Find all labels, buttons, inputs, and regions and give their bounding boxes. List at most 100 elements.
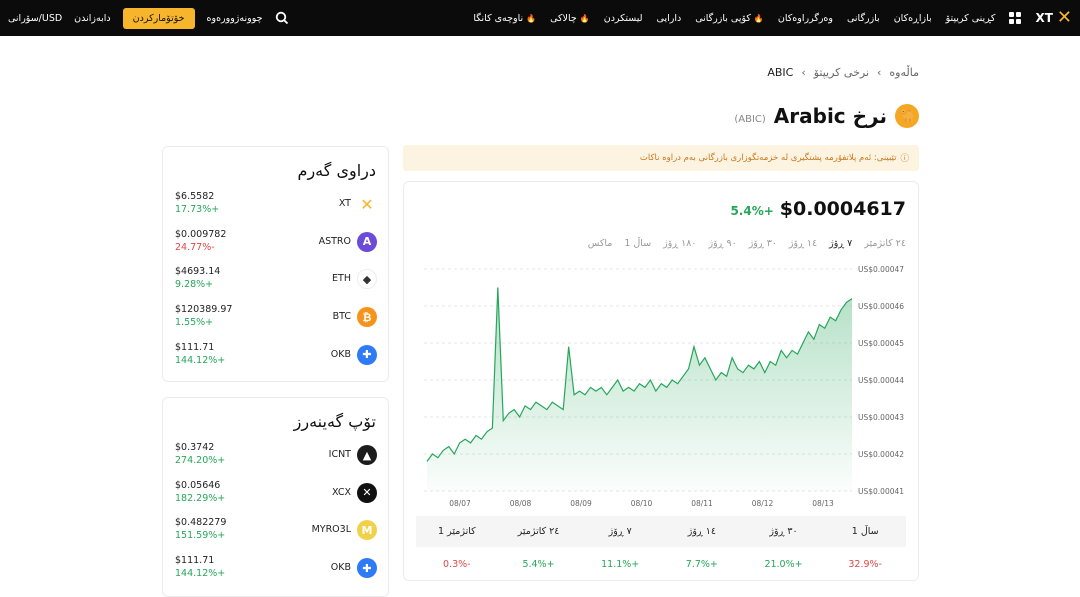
range-tab[interactable]: ٩٠ ڕۆژ: [708, 238, 736, 249]
apps-grid-icon[interactable]: [1009, 12, 1022, 24]
breadcrumb: ماڵەوە ‹ نرخی کریپتۆ ‹ ABIC: [767, 66, 919, 79]
coin-symbol: XT: [338, 198, 351, 209]
okb-icon: ✚: [357, 558, 377, 579]
performance-header-cell: ٢٤ کاتژمێر: [517, 526, 560, 537]
coin-row[interactable]: $4693.14 9.28%+ ETH ◆: [175, 266, 377, 296]
range-tab[interactable]: ٣٠ ڕۆژ: [749, 238, 777, 249]
coin-row[interactable]: $111.71 144.12%+ OKB ✚: [175, 555, 377, 585]
astro-icon: A: [357, 231, 377, 252]
coin-change: 274.20%+: [175, 455, 226, 466]
nav-item[interactable]: وەرگرراوەکان: [778, 13, 833, 24]
coin-price: $111.71: [175, 555, 215, 567]
coin-symbol: XCX: [332, 486, 351, 498]
flame-icon: 🔥: [526, 13, 537, 23]
performance-table: 1 کاتژمێر ٢٤ کاتژمێر ٧ ڕۆژ ١٤ ڕۆژ ٣٠ ڕۆژ 1 سا…: [416, 516, 906, 581]
coin-symbol: ASTRO: [318, 235, 351, 247]
y-tick-label: US$0.00042: [858, 450, 904, 459]
xt-logo[interactable]: XT ✕: [1035, 9, 1072, 27]
performance-header-cell: 1 ساڵ: [851, 526, 879, 537]
range-tab[interactable]: ١٨٠ ڕۆژ: [663, 238, 696, 249]
breadcrumb-section[interactable]: نرخی کریپتۆ: [814, 66, 869, 79]
x-tick-label: 08/08: [510, 499, 532, 508]
performance-header-cell: ٣٠ ڕۆژ: [769, 526, 798, 537]
xt-logo-icon: ✕: [1056, 7, 1072, 28]
nav-right: XT ✕ کڕینی کریپتۆ بازاڕەکان بازرگانی وەرگرر…: [473, 0, 1072, 36]
nav-item-label: وەرگرراوەکان: [777, 12, 833, 24]
performance-value-cell: 5.4%+: [522, 558, 555, 570]
nav-item-label: بازرگانی: [847, 12, 880, 24]
performance-header-cell: ٧ ڕۆژ: [608, 526, 632, 537]
myro-icon: M: [357, 520, 377, 541]
coin-change: 17.73%+: [175, 204, 220, 215]
coin-row[interactable]: $0.009782 24.77%- ASTRO A: [175, 229, 377, 259]
coin-row[interactable]: $0.05646 182.29%+ XCX ✕: [175, 480, 377, 510]
coin-row[interactable]: $0.3742 274.20%+ ICNT ▲: [175, 442, 377, 472]
logo-text: XT: [1035, 11, 1053, 25]
nav-item[interactable]: کۆپی بازرگانی 🔥: [695, 13, 764, 24]
y-tick-label: US$0.00046: [858, 302, 904, 311]
range-tab[interactable]: 1 ساڵ: [624, 238, 651, 249]
coin-row[interactable]: $6.5582 17.73%+ XT ✕: [175, 191, 377, 221]
eth-icon: ◆: [357, 269, 377, 290]
coin-row[interactable]: $0.482279 151.59%+ MYRO3L M: [175, 517, 377, 547]
download-link[interactable]: دابەزاندن: [74, 13, 110, 24]
btc-icon: ₿: [357, 307, 377, 328]
performance-value-cell: 32.9%-: [848, 558, 882, 570]
login-link[interactable]: چوونەژوورەوە: [207, 13, 263, 24]
range-tab[interactable]: ماکس: [588, 238, 613, 249]
okb-icon: ✚: [357, 344, 377, 365]
notice-text: تێبینی: ئەم پلاتفۆرمە پشتگیری لە خزمەتگو…: [639, 153, 897, 163]
nav-item[interactable]: لیستکردن: [604, 13, 643, 24]
breadcrumb-home[interactable]: ماڵەوە: [889, 66, 919, 79]
breadcrumb-current: ABIC: [767, 66, 794, 79]
price-card: $0.0004617 5.4%+ ٢٤ کاتژمێر ٧ ڕۆژ ١٤ ڕۆژ ٣٠…: [403, 181, 919, 581]
x-tick-label: 08/13: [812, 499, 834, 508]
flame-icon: 🔥: [753, 13, 764, 23]
range-tabs: ٢٤ کاتژمێر ٧ ڕۆژ ١٤ ڕۆژ ٣٠ ڕۆژ ٩٠ ڕۆژ ١٨٠ ڕۆژ…: [588, 238, 906, 249]
y-tick-label: US$0.00044: [858, 376, 904, 385]
nav-item[interactable]: بازرگانی: [847, 13, 880, 24]
coin-price: $0.3742: [175, 442, 215, 453]
nav-item[interactable]: چالاکی 🔥: [550, 13, 590, 24]
price-change: 5.4%+: [730, 204, 774, 218]
coin-price: $4693.14: [175, 266, 221, 278]
range-tab[interactable]: ٧ ڕۆژ: [829, 238, 852, 249]
performance-value-cell: 21.0%+: [764, 558, 803, 570]
top-gainers-title: تۆپ گەینەرز: [293, 412, 376, 431]
x-tick-label: 08/09: [570, 499, 592, 508]
coin-change: 9.28%+: [175, 279, 214, 291]
price-row: $0.0004617 5.4%+: [730, 198, 906, 220]
register-button[interactable]: خۆتۆمارکردن: [122, 7, 195, 29]
coin-price: $6.5582: [175, 191, 215, 202]
coin-price: $0.009782: [175, 228, 227, 240]
nav-item-label: بازاڕەکان: [893, 12, 932, 24]
top-gainers-panel: تۆپ گەینەرز $0.3742 274.20%+ ICNT ▲ $0.05646…: [162, 397, 389, 597]
range-tab[interactable]: ٢٤ کاتژمێر: [864, 238, 906, 249]
xt-icon: ✕: [360, 194, 374, 214]
x-tick-label: 08/11: [691, 499, 713, 508]
performance-header-cell: ١٤ ڕۆژ: [687, 526, 716, 537]
language-currency-selector[interactable]: سۆرانی/USD: [8, 13, 62, 24]
nav-item[interactable]: دارایی: [657, 13, 682, 24]
search-icon[interactable]: [275, 11, 289, 25]
nav-item[interactable]: بازاڕەکان: [894, 13, 932, 24]
performance-header-cell: 1 کاتژمێر: [438, 526, 476, 537]
coin-row[interactable]: $111.71 144.12%+ OKB ✚: [175, 342, 377, 372]
range-tab[interactable]: ١٤ ڕۆژ: [789, 238, 817, 249]
coin-symbol: ICNT: [328, 449, 351, 460]
coin-symbol: ETH: [332, 273, 351, 285]
coin-row[interactable]: $120389.97 1.55%+ BTC ₿: [175, 304, 377, 334]
performance-value-cell: 11.1%+: [601, 558, 640, 570]
coin-change: 1.55%+: [175, 317, 214, 329]
x-tick-label: 08/12: [752, 499, 774, 508]
chevron-icon: ‹: [877, 66, 882, 79]
hot-coins-title: دراوی گەرم: [297, 161, 376, 180]
coin-price: $111.71: [175, 341, 215, 353]
coin-change: 182.29%+: [175, 492, 226, 504]
coin-symbol: BTC: [332, 311, 351, 323]
nav-item[interactable]: ناوچەی کانگا 🔥: [473, 13, 536, 24]
nav-item[interactable]: کڕینی کریپتۆ: [946, 13, 996, 24]
nav-item-label: کۆپی بازرگانی: [695, 12, 751, 24]
y-tick-label: US$0.00041: [858, 487, 904, 496]
coin-price: $120389.97: [175, 304, 233, 316]
